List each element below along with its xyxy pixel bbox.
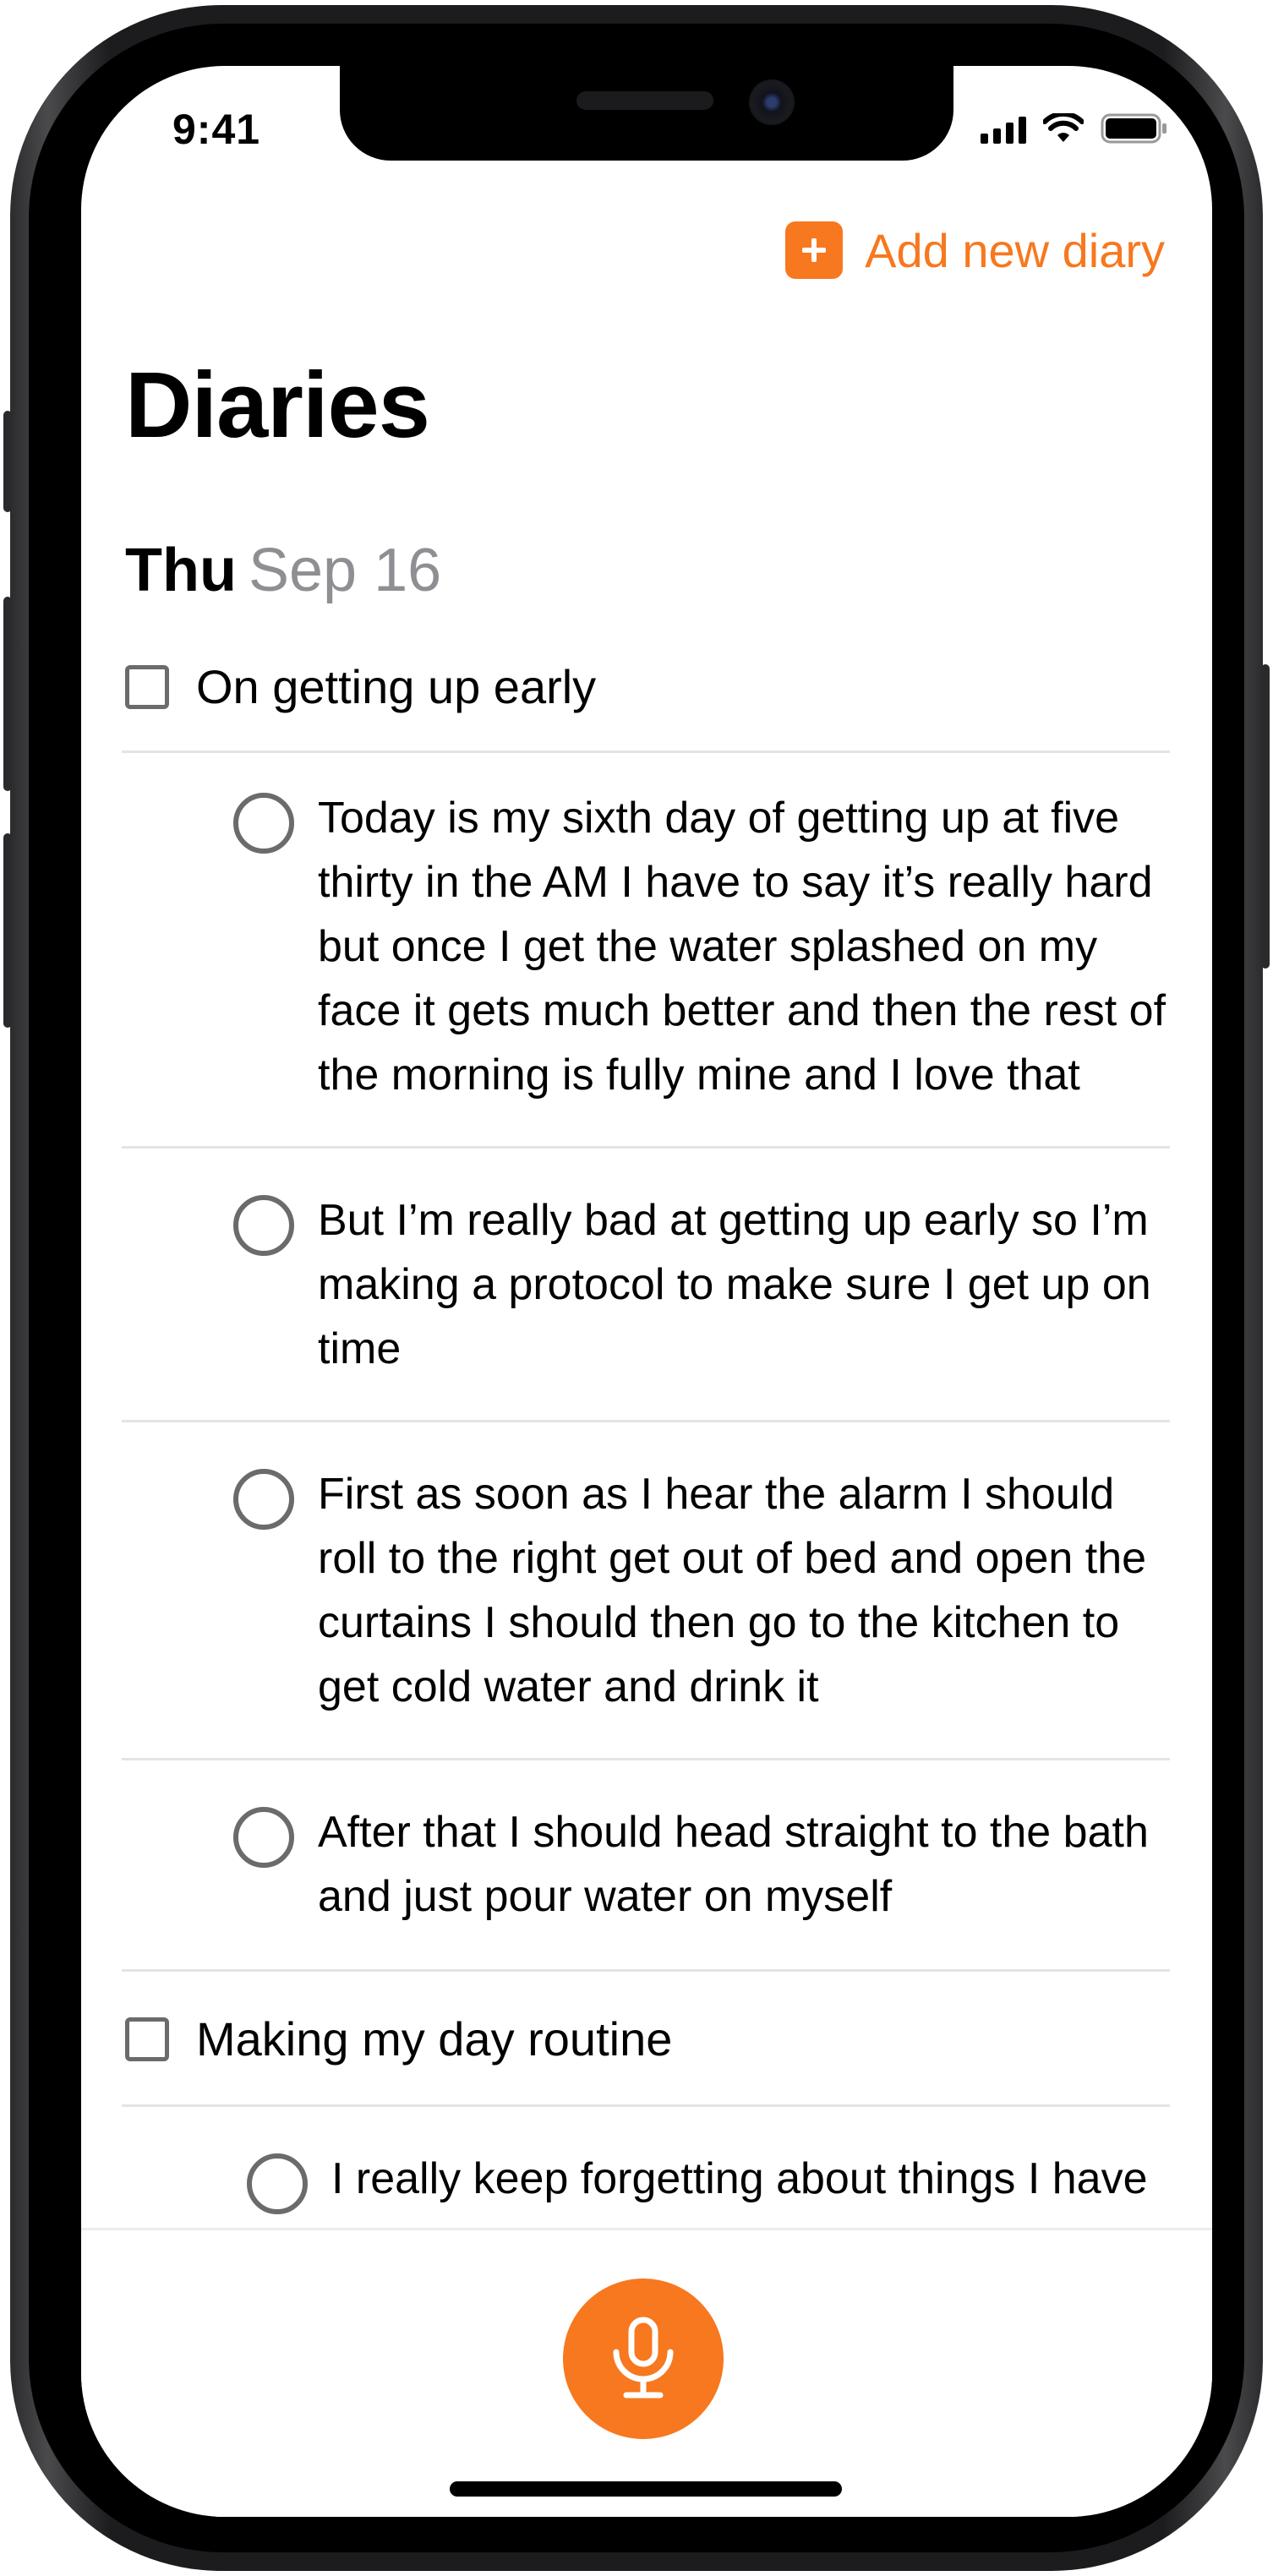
microphone-icon: [613, 2317, 674, 2399]
divider: [122, 2104, 1170, 2107]
home-indicator[interactable]: [450, 2481, 842, 2497]
date-weekday: Thu: [125, 537, 237, 604]
entry-text: But I’m really bad at getting up early s…: [318, 1196, 1151, 1373]
entry-text: First as soon as I hear the alarm I shou…: [318, 1470, 1147, 1711]
entry-radio-button[interactable]: [233, 1469, 294, 1530]
notch: [340, 66, 953, 161]
status-time: 9:41: [172, 106, 261, 153]
entry-text: Today is my sixth day of getting up at f…: [318, 794, 1166, 1100]
power-button: [1261, 664, 1270, 969]
divider: [122, 1758, 1170, 1760]
page-title: Diaries: [125, 353, 430, 457]
divider: [122, 1420, 1170, 1422]
divider: [122, 1146, 1170, 1149]
earpiece-speaker: [576, 91, 713, 110]
screen: 9:41 Add new diary Diaries Thu Sep 16 On…: [81, 66, 1212, 2517]
diary-item[interactable]: On getting up early: [125, 659, 596, 714]
status-icons: [981, 110, 1168, 144]
entry-text: I really keep forgetting about things I …: [331, 2154, 1148, 2203]
volume-down-button: [3, 833, 12, 1028]
entry-radio-button[interactable]: [233, 1195, 294, 1256]
volume-up-button: [3, 597, 12, 791]
entry-radio-button[interactable]: [233, 1807, 294, 1868]
add-new-diary-label: Add new diary: [865, 223, 1165, 277]
cellular-signal-icon: [981, 115, 1026, 144]
wifi-icon: [1043, 113, 1084, 142]
divider: [122, 1969, 1170, 1972]
diary-title: On getting up early: [196, 660, 597, 713]
date-month-day: Sep 16: [248, 537, 442, 604]
diary-checkbox[interactable]: [125, 664, 169, 709]
entry-text: After that I should head straight to the…: [318, 1808, 1149, 1921]
divider: [122, 750, 1170, 753]
plus-icon: [785, 221, 844, 279]
add-new-diary-button[interactable]: Add new diary: [785, 221, 1165, 279]
diary-checkbox[interactable]: [125, 2017, 169, 2061]
date-heading: Thu Sep 16: [125, 536, 441, 605]
diary-item[interactable]: Making my day routine: [125, 2011, 672, 2066]
battery-icon: [1101, 113, 1166, 144]
diary-title: Making my day routine: [196, 2012, 673, 2066]
entry-radio-button[interactable]: [247, 2153, 308, 2214]
front-camera: [749, 79, 795, 125]
entry-radio-button[interactable]: [233, 793, 294, 854]
record-voice-button[interactable]: [563, 2279, 724, 2439]
silent-switch: [3, 411, 12, 512]
phone-frame: 9:41 Add new diary Diaries Thu Sep 16 On…: [3, 5, 1270, 2571]
